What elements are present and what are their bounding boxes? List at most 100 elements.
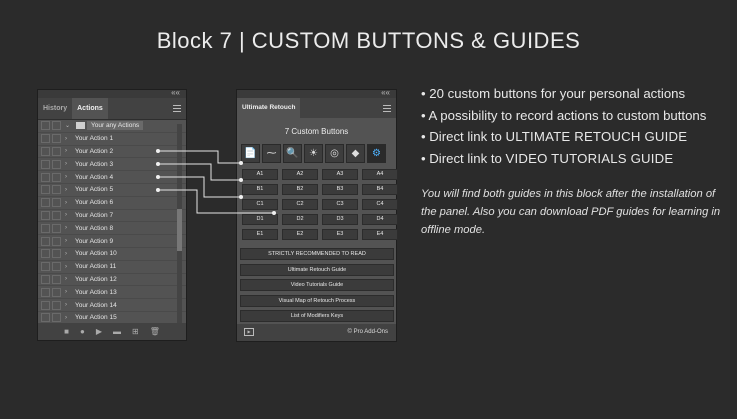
checkbox[interactable] — [41, 249, 50, 259]
stop-icon[interactable]: ■ — [64, 327, 69, 336]
chevron-right-icon[interactable]: › — [65, 148, 73, 154]
action-row[interactable]: › Your Action 5 — [38, 184, 186, 197]
gear-icon[interactable]: ⚙ — [367, 144, 386, 163]
custom-button[interactable]: E4 — [362, 229, 398, 240]
circles-icon[interactable]: ◎ — [325, 144, 344, 163]
action-row[interactable]: › Your Action 1 — [38, 133, 186, 146]
checkbox[interactable] — [41, 134, 50, 144]
checkbox[interactable] — [41, 146, 50, 156]
collapse-icon[interactable]: «« — [171, 88, 180, 97]
dialog-toggle[interactable] — [52, 313, 61, 323]
collapse-icon[interactable]: «« — [381, 88, 390, 97]
strictly-recommended-button[interactable]: STRICTLY RECOMMENDED TO READ — [240, 248, 394, 260]
chevron-right-icon[interactable]: › — [65, 200, 73, 206]
chevron-right-icon[interactable]: › — [65, 315, 73, 321]
chevron-right-icon[interactable]: › — [65, 302, 73, 308]
scroll-thumb[interactable] — [177, 209, 182, 251]
dialog-toggle[interactable] — [52, 300, 61, 310]
checkbox[interactable] — [41, 236, 50, 246]
chevron-right-icon[interactable]: › — [65, 212, 73, 218]
chevron-right-icon[interactable]: › — [65, 276, 73, 282]
custom-button[interactable]: C3 — [322, 199, 358, 210]
dialog-toggle[interactable] — [52, 274, 61, 284]
custom-button[interactable]: B1 — [242, 184, 278, 195]
new-action-icon[interactable]: ⊞ — [132, 327, 139, 336]
chevron-right-icon[interactable]: › — [65, 187, 73, 193]
action-row[interactable]: › Your Action 4 — [38, 171, 186, 184]
action-row[interactable]: › Your Action 12 — [38, 274, 186, 287]
custom-button[interactable]: D4 — [362, 214, 398, 225]
video-tutorials-guide-button[interactable]: Video Tutorials Guide — [240, 279, 394, 291]
action-row[interactable]: › Your Action 8 — [38, 222, 186, 236]
custom-button[interactable]: A2 — [282, 169, 318, 180]
checkbox[interactable] — [41, 198, 50, 208]
checkbox[interactable] — [41, 172, 50, 182]
chevron-down-icon[interactable]: ⌄ — [65, 122, 73, 129]
custom-button[interactable]: E1 — [242, 229, 278, 240]
dialog-toggle[interactable] — [52, 185, 61, 195]
custom-button[interactable]: B2 — [282, 184, 318, 195]
sun-icon[interactable]: ☀ — [304, 144, 323, 163]
custom-button[interactable]: E3 — [322, 229, 358, 240]
chevron-right-icon[interactable]: › — [65, 238, 73, 244]
chevron-right-icon[interactable]: › — [65, 289, 73, 295]
panel-menu-icon[interactable] — [383, 104, 391, 114]
action-row[interactable]: › Your Action 6 — [38, 197, 186, 210]
chevron-right-icon[interactable]: › — [65, 264, 73, 270]
action-row[interactable]: › Your Action 11 — [38, 261, 186, 274]
checkbox[interactable] — [41, 223, 50, 233]
ultimate-retouch-guide-button[interactable]: Ultimate Retouch Guide — [240, 263, 394, 276]
custom-button[interactable]: B3 — [322, 184, 358, 195]
action-row[interactable]: › Your Action 13 — [38, 286, 186, 300]
dialog-toggle[interactable] — [52, 223, 61, 233]
scrollbar[interactable] — [177, 124, 182, 329]
checkbox[interactable] — [41, 210, 50, 220]
tab-actions[interactable]: Actions — [72, 98, 108, 119]
action-row[interactable]: › Your Action 10 — [38, 248, 186, 261]
checkbox[interactable] — [41, 185, 50, 195]
chevron-right-icon[interactable]: › — [65, 161, 73, 167]
tab-ultimate-retouch[interactable]: Ultimate Retouch — [237, 98, 301, 118]
action-row[interactable]: › Your Action 9 — [38, 235, 186, 248]
custom-button[interactable]: C2 — [282, 199, 318, 210]
dialog-toggle[interactable] — [52, 210, 61, 220]
custom-button[interactable]: E2 — [282, 229, 318, 240]
action-row[interactable]: › Your Action 3 — [38, 158, 186, 172]
custom-button[interactable]: B4 — [362, 184, 398, 195]
search-icon[interactable]: 🔍 — [283, 144, 302, 163]
custom-button[interactable]: C1 — [242, 199, 278, 210]
diamond-icon[interactable]: ◆ — [346, 144, 365, 163]
video-play-icon[interactable]: ▶ — [244, 328, 254, 336]
chevron-right-icon[interactable]: › — [65, 136, 73, 142]
play-icon[interactable]: ▶ — [96, 327, 102, 336]
checkbox[interactable] — [41, 287, 50, 297]
action-row[interactable]: › Your Action 7 — [38, 210, 186, 223]
checkbox[interactable] — [41, 313, 50, 323]
dialog-toggle[interactable] — [52, 121, 61, 131]
visual-map-button[interactable]: Visual Map of Retouch Process — [240, 294, 394, 307]
trash-icon[interactable]: 🗑 — [150, 327, 160, 336]
checkbox[interactable] — [41, 121, 50, 131]
folder-icon[interactable]: ▬ — [113, 327, 121, 336]
tab-history[interactable]: History — [38, 98, 72, 119]
custom-button[interactable]: A3 — [322, 169, 358, 180]
action-row[interactable]: › Your Action 14 — [38, 299, 186, 312]
action-row[interactable]: › Your Action 2 — [38, 146, 186, 159]
checkbox[interactable] — [41, 159, 50, 169]
chevron-right-icon[interactable]: › — [65, 225, 73, 231]
dialog-toggle[interactable] — [52, 262, 61, 272]
checkbox[interactable] — [41, 262, 50, 272]
dialog-toggle[interactable] — [52, 146, 61, 156]
dialog-toggle[interactable] — [52, 236, 61, 246]
record-icon[interactable]: ● — [80, 327, 85, 336]
waveform-icon[interactable]: ⁓ — [262, 144, 281, 163]
dialog-toggle[interactable] — [52, 159, 61, 169]
panel-menu-icon[interactable] — [173, 104, 181, 114]
dialog-toggle[interactable] — [52, 198, 61, 208]
dialog-toggle[interactable] — [52, 172, 61, 182]
chevron-right-icon[interactable]: › — [65, 174, 73, 180]
dialog-toggle[interactable] — [52, 249, 61, 259]
document-icon[interactable]: 📄 — [241, 144, 260, 163]
custom-button[interactable]: A4 — [362, 169, 398, 180]
custom-button[interactable]: D1 — [242, 214, 278, 225]
